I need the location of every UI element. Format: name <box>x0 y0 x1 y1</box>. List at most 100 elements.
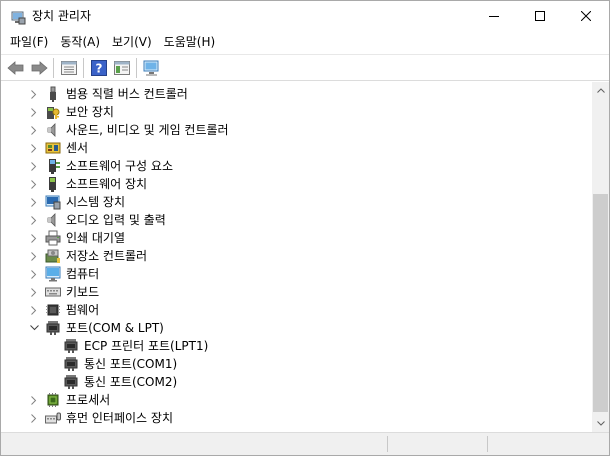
status-pane <box>487 436 587 452</box>
tree-category-item[interactable]: 컴퓨터 <box>2 265 592 283</box>
chevron-down-icon[interactable] <box>28 322 40 334</box>
tree-item-label: 소프트웨어 장치 <box>66 177 148 191</box>
show-hide-console-tree-button[interactable] <box>110 57 133 79</box>
tree-item-label: 프로세서 <box>66 393 111 407</box>
toolbar-separator <box>136 57 137 78</box>
sensor-icon <box>45 142 61 154</box>
menu-bar: 파일(F) 동작(A) 보기(V) 도움말(H) <box>1 31 609 53</box>
tree-category-item[interactable]: 포트(COM & LPT) <box>2 319 592 337</box>
properties-button[interactable] <box>57 57 80 79</box>
window-title: 장치 관리자 <box>32 9 92 23</box>
chevron-right-icon[interactable] <box>28 88 40 100</box>
tree-item-label: 포트(COM & LPT) <box>66 321 164 335</box>
vertical-scrollbar[interactable] <box>592 82 609 432</box>
scan-hardware-button[interactable] <box>140 57 163 79</box>
device-tree[interactable]: 범용 직렬 버스 컨트롤러보안 장치 사운드, 비디오 및 게임 컨트롤러센서소프… <box>2 85 592 431</box>
tree-item-label: 휴먼 인터페이스 장치 <box>66 411 173 425</box>
tree-item-label: 소프트웨어 구성 요소 <box>66 159 173 173</box>
scrollbar-thumb[interactable] <box>593 194 608 412</box>
menu-file[interactable]: 파일(F) <box>4 32 54 52</box>
device-manager-icon <box>11 11 26 25</box>
forward-button[interactable] <box>27 57 50 79</box>
tree-category-item[interactable]: 펌웨어 <box>2 301 592 319</box>
tree-category-item[interactable]: 휴먼 인터페이스 장치 <box>2 409 592 427</box>
close-button[interactable] <box>563 1 609 31</box>
chevron-right-icon[interactable] <box>28 178 40 190</box>
storage-controller-icon <box>45 249 60 263</box>
tree-category-item[interactable]: 센서 <box>2 139 592 157</box>
tree-item-label: 센서 <box>66 141 89 155</box>
scan-hardware-icon <box>143 60 158 75</box>
tree-category-item[interactable]: 프로세서 <box>2 391 592 409</box>
svg-text:?: ? <box>95 61 102 75</box>
keyboard-icon <box>45 287 61 297</box>
toolbar: ? <box>1 54 609 81</box>
monitor-icon <box>45 266 61 282</box>
status-pane <box>387 436 487 452</box>
chevron-right-icon[interactable] <box>28 304 40 316</box>
status-bar <box>1 432 609 455</box>
tree-item-label: 컴퓨터 <box>66 267 100 281</box>
tree-child-item[interactable]: ECP 프린터 포트(LPT1) <box>2 337 592 355</box>
tree-category-item[interactable]: 키보드 <box>2 283 592 301</box>
security-device-icon <box>47 107 60 119</box>
tree-category-item[interactable]: 오디오 입력 및 출력 <box>2 211 592 229</box>
speaker-icon <box>47 123 56 137</box>
chevron-right-icon[interactable] <box>28 232 40 244</box>
chevron-right-icon[interactable] <box>28 142 40 154</box>
port-icon <box>46 321 60 335</box>
tree-category-item[interactable]: 인쇄 대기열 <box>2 229 592 247</box>
tree-item-label: 오디오 입력 및 출력 <box>66 213 166 227</box>
tree-item-label: 키보드 <box>66 285 100 299</box>
software-device-icon <box>49 177 56 192</box>
tree-child-item[interactable]: 통신 포트(COM2) <box>2 373 592 391</box>
chevron-right-icon[interactable] <box>28 214 40 226</box>
toolbar-separator <box>83 57 84 78</box>
firmware-icon <box>46 304 60 316</box>
forward-arrow-icon <box>31 60 48 75</box>
tree-category-item[interactable]: 보안 장치 <box>2 103 592 121</box>
chevron-right-icon[interactable] <box>28 394 40 406</box>
tree-item-label: 인쇄 대기열 <box>66 231 126 245</box>
tree-item-label: 통신 포트(COM1) <box>84 357 178 371</box>
tree-category-item[interactable]: 범용 직렬 버스 컨트롤러 <box>2 85 592 103</box>
tree-item-label: 저장소 컨트롤러 <box>66 249 148 263</box>
chevron-right-icon[interactable] <box>28 160 40 172</box>
tree-category-item[interactable]: 소프트웨어 구성 요소 <box>2 157 592 175</box>
chevron-right-icon[interactable] <box>28 286 40 298</box>
minimize-button[interactable] <box>471 1 517 31</box>
tree-category-item[interactable]: 시스템 장치 <box>2 193 592 211</box>
scroll-down-button[interactable] <box>592 415 609 432</box>
printer-icon <box>45 230 61 246</box>
chevron-right-icon[interactable] <box>28 268 40 280</box>
chevron-up-icon <box>596 88 605 93</box>
tree-child-item[interactable]: 통신 포트(COM1) <box>2 355 592 373</box>
chevron-right-icon[interactable] <box>28 196 40 208</box>
tree-item-label: 통신 포트(COM2) <box>84 375 178 389</box>
processor-icon <box>47 393 59 407</box>
menu-action[interactable]: 동작(A) <box>54 32 106 52</box>
menu-view[interactable]: 보기(V) <box>106 32 158 52</box>
maximize-icon <box>535 11 545 21</box>
tree-category-item[interactable]: 소프트웨어 장치 <box>2 175 592 193</box>
minimize-icon <box>489 16 499 17</box>
tree-item-label: 범용 직렬 버스 컨트롤러 <box>66 87 188 101</box>
software-component-icon <box>49 159 60 174</box>
close-icon <box>581 11 591 21</box>
chevron-right-icon[interactable] <box>28 124 40 136</box>
speaker-icon <box>47 213 56 227</box>
show-hide-console-tree-icon <box>113 60 130 75</box>
chevron-right-icon[interactable] <box>28 106 40 118</box>
help-button[interactable]: ? <box>87 57 110 79</box>
menu-help[interactable]: 도움말(H) <box>158 32 222 52</box>
tree-category-item[interactable]: 사운드, 비디오 및 게임 컨트롤러 <box>2 121 592 139</box>
maximize-button[interactable] <box>517 1 563 31</box>
chevron-right-icon[interactable] <box>28 250 40 262</box>
chevron-right-icon[interactable] <box>28 412 40 424</box>
scroll-up-button[interactable] <box>592 82 609 99</box>
tree-category-item[interactable]: 저장소 컨트롤러 <box>2 247 592 265</box>
usb-controller-icon <box>50 86 56 102</box>
back-button[interactable] <box>4 57 27 79</box>
title-bar[interactable]: 장치 관리자 <box>1 1 609 31</box>
port-icon <box>64 375 78 389</box>
